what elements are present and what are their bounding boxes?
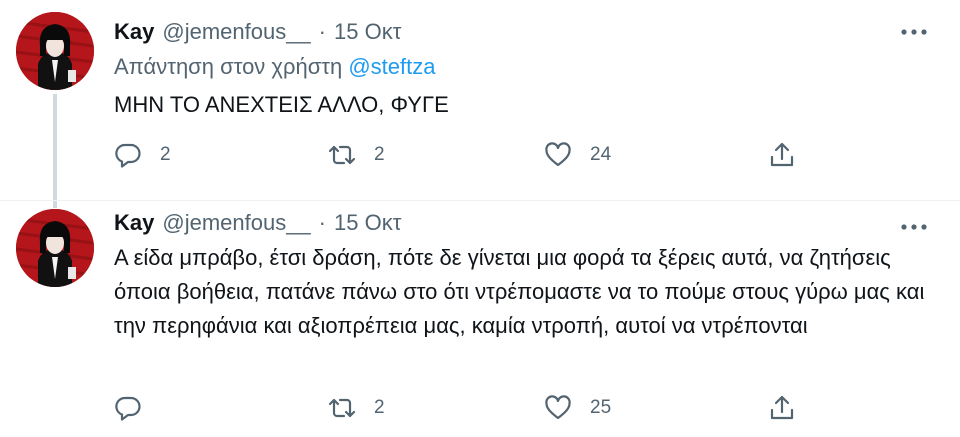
retweet-icon [328, 398, 356, 418]
separator-dot: · [318, 19, 326, 44]
author-name[interactable]: Kay [114, 19, 154, 45]
like-button[interactable]: 25 [544, 393, 611, 423]
author-handle[interactable]: @jemenfous__ [162, 210, 310, 236]
tweet-header: Kay @jemenfous__ · 15 Οκτ [114, 16, 401, 48]
author-name[interactable]: Kay [114, 210, 154, 236]
reply-icon [115, 143, 141, 168]
tweet-text: Α είδα μπράβο, έτσι δράση, πότε δε γίνετ… [114, 245, 925, 338]
like-button[interactable]: 24 [544, 140, 611, 170]
separator-dot: · [318, 210, 326, 235]
reply-count: 2 [160, 144, 171, 165]
like-count: 24 [590, 144, 612, 165]
retweet-button[interactable]: 2 [328, 393, 385, 423]
share-icon [770, 142, 794, 167]
like-count: 25 [590, 397, 612, 418]
thread-line [53, 94, 57, 208]
tweet-actions: 2 25 [114, 393, 814, 423]
avatar[interactable] [16, 12, 94, 90]
tweet-date[interactable]: 15 Οκτ [334, 210, 401, 236]
mention-link[interactable]: @steftza [348, 54, 435, 79]
share-button[interactable] [768, 140, 796, 170]
more-options-icon[interactable] [900, 22, 928, 42]
like-icon [545, 395, 571, 420]
tweet[interactable]: Kay @jemenfous__ · 15 Οκτ Απάντηση στον … [0, 0, 960, 208]
avatar[interactable] [16, 209, 94, 287]
tweet-header: Kay @jemenfous__ · 15 Οκτ [114, 207, 401, 239]
tweet-text: ΜΗΝ ΤΟ ΑΝΕΧΤΕΙΣ ΑΛΛΟ, ΦΥΓΕ [114, 92, 449, 117]
reply-button[interactable] [114, 393, 142, 423]
more-options-icon[interactable] [900, 217, 928, 237]
replying-to-label: Απάντηση στον χρήστη [114, 54, 343, 79]
replying-to: Απάντηση στον χρήστη @steftza [114, 54, 435, 80]
tweet-actions: 2 2 24 [114, 140, 814, 170]
like-icon [545, 142, 571, 167]
reply-button[interactable]: 2 [114, 140, 171, 170]
reply-icon [115, 396, 141, 421]
author-handle[interactable]: @jemenfous__ [162, 19, 310, 45]
retweet-count: 2 [374, 397, 385, 418]
retweet-button[interactable]: 2 [328, 140, 385, 170]
retweet-icon [328, 145, 356, 165]
retweet-count: 2 [374, 144, 385, 165]
avatar-image [16, 12, 94, 90]
tweet[interactable]: Kay @jemenfous__ · 15 Οκτ Α είδα μπράβο,… [0, 200, 960, 437]
avatar-image [16, 209, 94, 287]
tweet-date[interactable]: 15 Οκτ [334, 19, 401, 45]
share-icon [770, 395, 794, 420]
share-button[interactable] [768, 393, 796, 423]
